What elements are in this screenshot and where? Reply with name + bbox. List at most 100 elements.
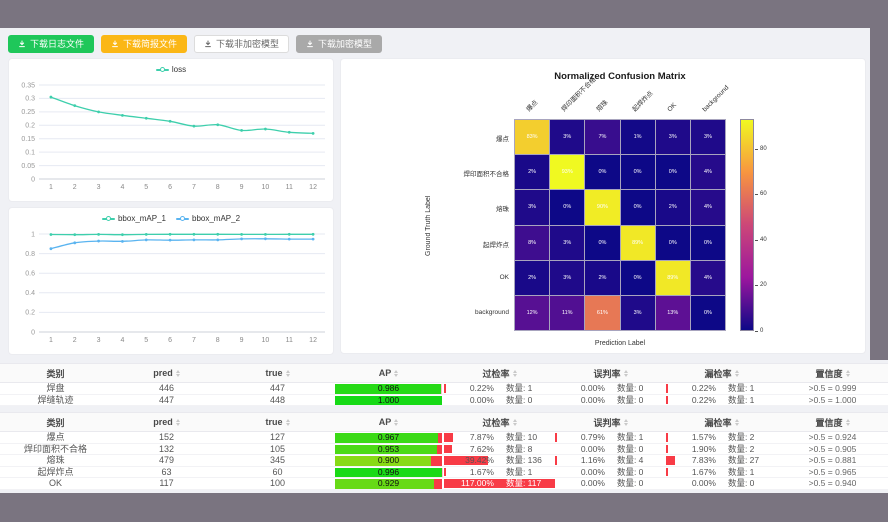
cell-true: 447 — [222, 383, 333, 394]
rate-count: 数量: 1 — [605, 432, 666, 443]
cell-ap: 0.996 — [333, 467, 444, 478]
sort-icon[interactable] — [624, 370, 628, 377]
cell-confidence: >0.5 = 0.999 — [777, 383, 888, 394]
matrix-col-label: 熔珠 — [596, 99, 611, 114]
matrix-col-label: OK — [666, 102, 678, 114]
legend-item-bbox_mAP_2[interactable]: bbox_mAP_2 — [176, 214, 240, 223]
column-header-label: 置信度 — [815, 416, 842, 429]
legend-item-bbox_mAP_1[interactable]: bbox_mAP_1 — [102, 214, 166, 223]
sort-icon[interactable] — [735, 419, 739, 426]
x-tick-label: 11 — [286, 337, 293, 344]
sort-icon[interactable] — [735, 370, 739, 377]
data-point — [288, 238, 291, 241]
sort-icon[interactable] — [624, 419, 628, 426]
matrix-cell: 7% — [585, 120, 619, 154]
data-point — [240, 233, 243, 236]
table-row: 起焊炸点63600.9961.67%数量: 10.00%数量: 01.67%数量… — [0, 467, 888, 479]
rate-count: 数量: 0 — [494, 395, 555, 406]
cell-overdetect-rate: 0.00%数量: 0 — [444, 395, 555, 406]
sort-icon[interactable] — [513, 419, 517, 426]
sort-icon[interactable] — [394, 419, 398, 426]
map-chart-plot: 00.20.40.60.81123456789101112 — [9, 226, 335, 352]
table-header-row: 类别predtrueAP过检率误判率漏检率置信度 — [0, 412, 888, 432]
legend-marker-icon — [176, 216, 189, 221]
data-point — [97, 233, 100, 236]
cell-true: 448 — [222, 395, 333, 406]
cell-category: 起焊炸点 — [0, 467, 111, 478]
cell-overdetect-rate: 7.87%数量: 10 — [444, 432, 555, 443]
matrix-cell: 3% — [691, 120, 725, 154]
column-header-pred: pred — [111, 413, 222, 431]
column-header-过检率: 过检率 — [444, 364, 555, 382]
x-tick-label: 3 — [97, 337, 101, 344]
sort-icon[interactable] — [846, 370, 850, 377]
y-tick-label: 0.35 — [21, 82, 35, 89]
table-row: 爆点1521270.9677.87%数量: 100.79%数量: 11.57%数… — [0, 432, 888, 444]
download-plain-model-button[interactable]: 下载非加密模型 — [194, 35, 289, 53]
rate-value: 0.00% — [444, 395, 494, 406]
confusion-matrix-ylabel: Ground Truth Label — [425, 180, 432, 272]
data-point — [264, 233, 267, 236]
rate-value: 0.00% — [555, 467, 605, 478]
matrix-cell: 0% — [621, 190, 655, 224]
sort-icon[interactable] — [846, 419, 850, 426]
data-point — [73, 104, 76, 107]
x-tick-label: 1 — [49, 184, 53, 191]
matrix-cell: 0% — [550, 190, 584, 224]
cell-category: 焊缝轨迹 — [0, 395, 111, 406]
matrix-cell: 4% — [691, 261, 725, 295]
window-backdrop-bottom — [0, 493, 888, 522]
cell-category: 熔珠 — [0, 455, 111, 466]
rate-count: 数量: 2 — [716, 444, 777, 455]
matrix-cell: 2% — [515, 261, 549, 295]
matrix-row-label: 爆点 — [361, 133, 509, 143]
matrix-cell: 0% — [585, 226, 619, 260]
matrix-cell: 0% — [691, 226, 725, 260]
download-encrypted-model-button[interactable]: 下载加密模型 — [296, 35, 382, 53]
matrix-cell: 93% — [550, 155, 584, 189]
cell-ap: 0.953 — [333, 444, 444, 455]
map-chart-card: bbox_mAP_1 bbox_mAP_2 00.20.40.60.8112345… — [8, 207, 334, 355]
data-point — [312, 132, 315, 135]
dashboard: 下载日志文件 下载简报文件 下载非加密模型 下载加密模型 loss 00.050… — [0, 28, 888, 493]
x-tick-label: 6 — [168, 184, 172, 191]
x-tick-label: 7 — [192, 184, 196, 191]
y-tick-label: 0.15 — [21, 136, 35, 143]
x-tick-label: 7 — [192, 337, 196, 344]
sort-icon[interactable] — [394, 370, 398, 377]
cell-misjudge-rate: 0.00%数量: 0 — [555, 444, 666, 455]
data-point — [145, 117, 148, 120]
sort-icon[interactable] — [286, 370, 290, 377]
cell-ap: 1.000 — [333, 395, 444, 406]
data-point — [216, 233, 219, 236]
cell-misjudge-rate: 0.00%数量: 0 — [555, 467, 666, 478]
data-point — [216, 123, 219, 126]
column-header-pred: pred — [111, 364, 222, 382]
rate-count: 数量: 1 — [716, 467, 777, 478]
cell-pred: 63 — [111, 467, 222, 478]
table-row: 焊印面积不合格1321050.9537.62%数量: 80.00%数量: 01.… — [0, 444, 888, 456]
download-report-button[interactable]: 下载简报文件 — [101, 35, 187, 53]
colorbar-tick — [755, 149, 758, 150]
rate-count: 数量: 117 — [494, 478, 555, 489]
ap-bar: 1.000 — [335, 396, 442, 406]
sort-icon[interactable] — [286, 419, 290, 426]
button-label: 下载简报文件 — [123, 36, 177, 52]
data-point — [169, 120, 172, 123]
x-tick-label: 10 — [262, 184, 270, 191]
legend-label: loss — [172, 65, 186, 74]
sort-icon[interactable] — [176, 419, 180, 426]
cell-pred: 117 — [111, 478, 222, 489]
legend-item-loss[interactable]: loss — [156, 65, 186, 74]
rate-count: 数量: 1 — [716, 395, 777, 406]
download-log-button[interactable]: 下载日志文件 — [8, 35, 94, 53]
sort-icon[interactable] — [176, 370, 180, 377]
rate-value: 0.00% — [555, 395, 605, 406]
download-icon — [18, 40, 26, 48]
cell-confidence: >0.5 = 0.965 — [777, 467, 888, 478]
column-header-漏检率: 漏检率 — [666, 413, 777, 431]
download-icon — [111, 40, 119, 48]
matrix-cell: 89% — [621, 226, 655, 260]
sort-icon[interactable] — [513, 370, 517, 377]
legend-marker-icon — [102, 216, 115, 221]
